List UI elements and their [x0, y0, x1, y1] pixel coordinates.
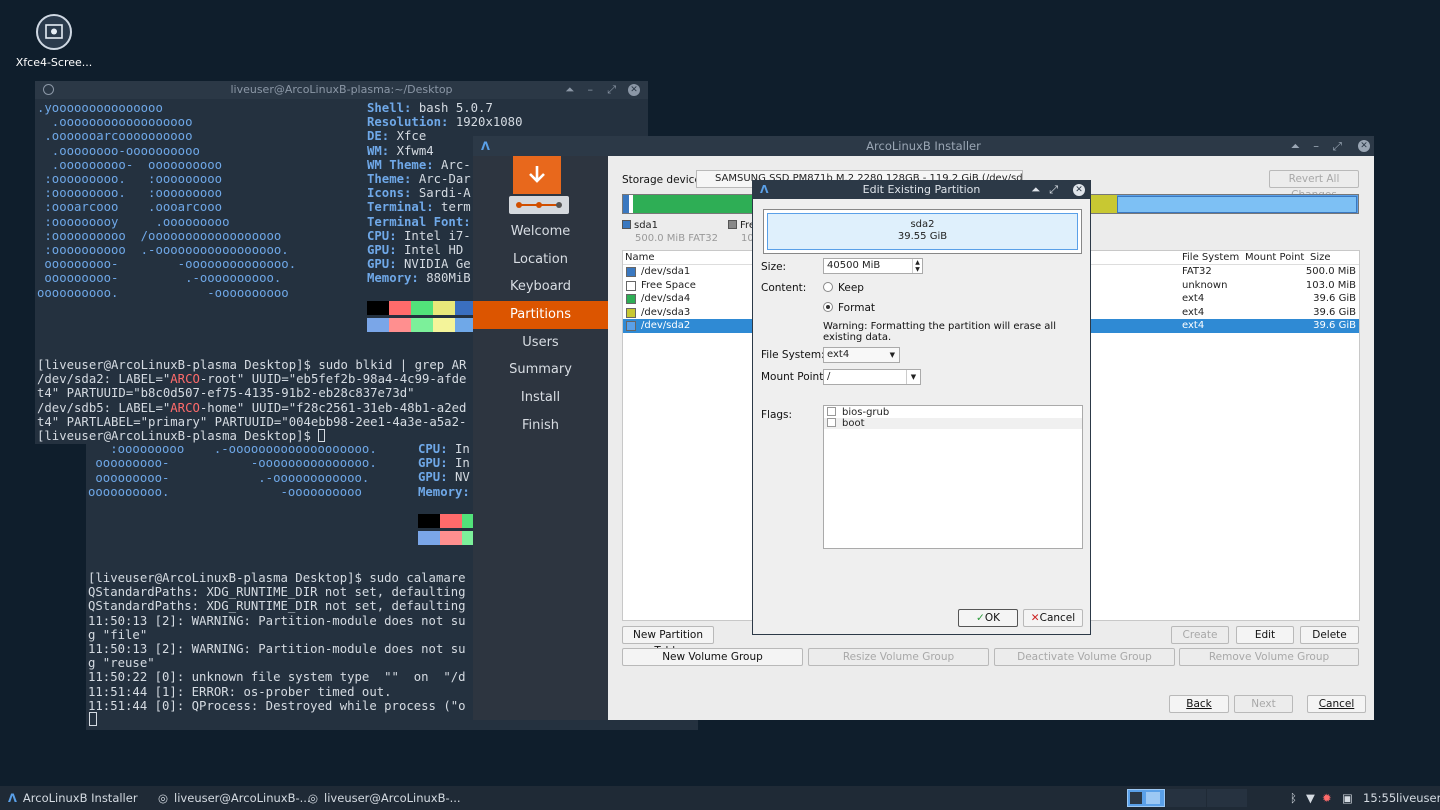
- step-summary: Summary: [509, 362, 572, 378]
- format-radio[interactable]: Format: [823, 302, 875, 314]
- cancel-button[interactable]: Cancel: [1307, 695, 1366, 713]
- step-partitions: Partitions: [473, 301, 608, 329]
- installer-titlebar: Λ ArcoLinuxB Installer ⏶ – ⤢ ✕: [473, 136, 1374, 156]
- maximize-icon[interactable]: ⤢: [607, 81, 616, 99]
- next-button[interactable]: Next: [1234, 695, 1293, 713]
- step-keyboard: Keyboard: [509, 279, 572, 295]
- size-label: Size:: [761, 261, 787, 273]
- back-button[interactable]: Back: [1169, 695, 1229, 713]
- color-swatches: [367, 301, 477, 335]
- terminal-art: .yooooooooooooooo .oooooooooooooooooo .o…: [37, 101, 297, 300]
- desktop-icon-screenshooter[interactable]: Xfce4-Scree...: [14, 14, 94, 69]
- taskbar-item-installer[interactable]: Λ ArcoLinuxB Installer: [8, 786, 138, 810]
- create-button[interactable]: Create: [1171, 626, 1229, 644]
- close-icon[interactable]: ✕: [628, 84, 640, 96]
- taskbar-item-terminal-2[interactable]: ◎ liveuser@ArcoLinuxB-...: [308, 786, 461, 810]
- new-partition-table-button[interactable]: New Partition Table: [622, 626, 714, 657]
- step-install: Install: [520, 390, 561, 406]
- step-location: Location: [513, 251, 568, 267]
- check-icon: ✓: [976, 612, 985, 624]
- workspace-switcher[interactable]: [1127, 789, 1165, 807]
- revert-all-changes-button[interactable]: Revert All Changes: [1269, 170, 1359, 201]
- maximize-icon[interactable]: ⤢: [1049, 181, 1058, 199]
- step-welcome: Welcome: [510, 224, 571, 239]
- clock[interactable]: 15:55: [1363, 786, 1396, 810]
- dialog-title: Edit Existing Partition: [862, 183, 981, 196]
- mount-point-label: Mount Point:: [761, 371, 827, 383]
- minimize-icon[interactable]: –: [588, 81, 594, 99]
- keep-radio[interactable]: Keep: [823, 282, 864, 294]
- minimize-icon[interactable]: –: [1313, 136, 1319, 156]
- terminal-titlebar: liveuser@ArcoLinuxB-plasma:~/Desktop ⏶ –…: [35, 81, 648, 99]
- chevron-down-icon: ▼: [906, 370, 920, 384]
- resize-volume-group-button[interactable]: Resize Volume Group: [808, 648, 989, 666]
- maximize-icon[interactable]: ⤢: [1333, 136, 1342, 156]
- deactivate-volume-group-button[interactable]: Deactivate Volume Group: [994, 648, 1175, 666]
- shade-icon[interactable]: ⏶: [1031, 181, 1040, 199]
- arco-logo-icon: Λ: [8, 791, 17, 805]
- terminal-sysinfo: CPU: In GPU: In GPU: NV Memory:: [418, 442, 478, 499]
- installer-title: ArcoLinuxB Installer: [866, 139, 981, 153]
- screenshot-tray-icon[interactable]: ▣: [1342, 786, 1353, 810]
- partition-preview-size: 39.55 GiB: [897, 231, 948, 242]
- col-size[interactable]: Size: [1310, 252, 1331, 263]
- terminal-icon: ◎: [158, 791, 169, 805]
- terminal-icon: ◎: [308, 791, 319, 805]
- ok-button[interactable]: ✓OK: [958, 609, 1018, 627]
- remove-volume-group-button[interactable]: Remove Volume Group: [1179, 648, 1359, 666]
- partition-preview: sda2 39.55 GiB: [763, 209, 1082, 254]
- workspace-3[interactable]: [1207, 789, 1247, 807]
- arco-logo-icon: Λ: [760, 183, 769, 196]
- window-menu-icon[interactable]: [43, 84, 54, 95]
- close-icon[interactable]: ✕: [1358, 140, 1370, 152]
- dialog-titlebar: Λ Edit Existing Partition ⏶ ⤢ ✕: [753, 181, 1090, 199]
- wifi-icon[interactable]: ▼: [1306, 786, 1315, 810]
- screenshot-icon: [36, 14, 72, 50]
- legend-item: sda1 500.0 MiB FAT32: [622, 220, 718, 244]
- col-filesystem[interactable]: File System: [1182, 252, 1239, 263]
- workspace-2[interactable]: [1166, 789, 1206, 807]
- col-name[interactable]: Name: [625, 252, 655, 263]
- shade-icon[interactable]: ⏶: [565, 81, 574, 99]
- flag-item[interactable]: bios-grub: [824, 407, 1082, 418]
- flags-label: Flags:: [761, 409, 793, 421]
- step-finish: Finish: [521, 417, 559, 433]
- step-users: Users: [522, 334, 559, 350]
- desktop-icon-label: Xfce4-Scree...: [15, 56, 93, 69]
- content-label: Content:: [761, 282, 807, 294]
- bluetooth-icon[interactable]: ᛒ: [1290, 786, 1297, 810]
- edit-partition-dialog[interactable]: Λ Edit Existing Partition ⏶ ⤢ ✕ sda2 39.…: [752, 180, 1091, 635]
- flag-item[interactable]: boot: [824, 418, 1082, 429]
- installer-logo: [473, 156, 608, 218]
- col-mount-point[interactable]: Mount Point: [1245, 252, 1304, 263]
- edit-button[interactable]: Edit: [1236, 626, 1294, 644]
- user-name[interactable]: liveuser: [1396, 786, 1440, 810]
- terminal-title: liveuser@ArcoLinuxB-plasma:~/Desktop: [230, 83, 453, 96]
- taskbar-item-terminal-1[interactable]: ◎ liveuser@ArcoLinuxB-...: [158, 786, 311, 810]
- delete-button[interactable]: Delete: [1300, 626, 1359, 644]
- partition-preview-name: sda2: [910, 219, 935, 230]
- close-icon[interactable]: ✕: [1073, 184, 1085, 196]
- taskbar: Λ ArcoLinuxB Installer ◎ liveuser@ArcoLinu…: [0, 786, 1440, 810]
- cancel-x-icon: ✕: [1030, 612, 1040, 624]
- terminal-output: [liveuser@ArcoLinuxB-plasma Desktop]$ su…: [37, 358, 467, 444]
- new-volume-group-button[interactable]: New Volume Group: [622, 648, 803, 666]
- dialog-cancel-button[interactable]: ✕Cancel: [1023, 609, 1083, 627]
- update-icon[interactable]: ✹: [1322, 786, 1332, 810]
- storage-device-label: Storage device:: [622, 174, 705, 186]
- filesystem-label: File System:: [761, 349, 825, 361]
- mount-point-combo[interactable]: / ▼: [823, 369, 921, 385]
- flags-list[interactable]: bios-grub boot: [823, 405, 1083, 549]
- spin-arrows-icon: ▲ ▼: [912, 259, 922, 273]
- arco-logo-icon: Λ: [481, 139, 490, 153]
- size-spinbox[interactable]: 40500 MiB ▲ ▼: [823, 258, 923, 274]
- filesystem-select[interactable]: ext4 ▼: [823, 347, 900, 363]
- chevron-down-icon: ▼: [889, 351, 895, 359]
- shade-icon[interactable]: ⏶: [1291, 136, 1300, 156]
- installer-sidebar: Welcome Location Keyboard Partitions Users Su…: [473, 156, 608, 720]
- terminal-cursor: [89, 712, 97, 726]
- terminal-log: [liveuser@ArcoLinuxB-plasma Desktop]$ su…: [88, 571, 466, 713]
- format-warning: Warning: Formatting the partition will e…: [823, 321, 1056, 343]
